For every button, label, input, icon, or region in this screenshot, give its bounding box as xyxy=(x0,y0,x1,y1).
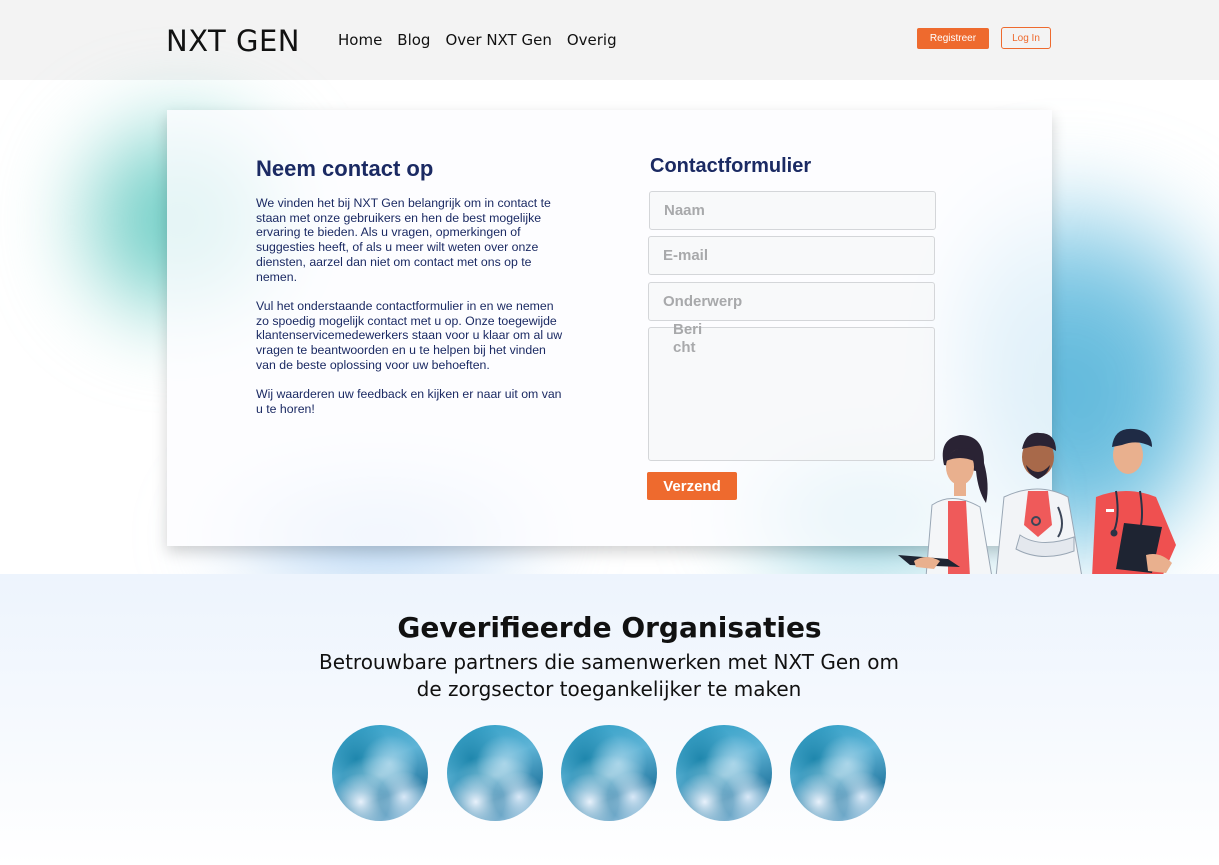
form-title: Contactformulier xyxy=(650,155,812,177)
org-logo-2[interactable] xyxy=(447,725,543,821)
contact-paragraph: Wij waarderen uw feedback en kijken er n… xyxy=(256,387,562,416)
org-logo-1[interactable] xyxy=(332,725,428,821)
orgs-subtitle-line: de zorgsector toegankelijker te maken xyxy=(416,677,802,701)
nav-about[interactable]: Over NXT Gen xyxy=(445,31,551,49)
email-field[interactable] xyxy=(648,236,935,275)
doctor-woman-figure xyxy=(898,435,993,577)
name-field[interactable] xyxy=(649,191,936,230)
healthcare-workers-illustration xyxy=(898,428,1176,577)
subject-field[interactable] xyxy=(648,282,935,321)
register-button[interactable]: Registreer xyxy=(917,28,989,49)
site-logo[interactable]: NXT GEN xyxy=(166,24,300,58)
orgs-subtitle: Betrouwbare partners die samenwerken met… xyxy=(309,649,909,703)
contact-title: Neem contact op xyxy=(256,156,434,181)
doctor-man-figure xyxy=(995,432,1083,577)
contact-paragraph: Vul het onderstaande contactformulier in… xyxy=(256,298,563,372)
org-logo-3[interactable] xyxy=(561,725,657,821)
org-logo-5[interactable] xyxy=(790,725,886,821)
orgs-subtitle-line: Betrouwbare partners die samenwerken met… xyxy=(319,650,899,674)
nurse-figure xyxy=(1092,428,1176,577)
org-logo-4[interactable] xyxy=(676,725,772,821)
main-nav: Home Blog Over NXT Gen Overig xyxy=(338,31,617,49)
login-button[interactable]: Log In xyxy=(1001,27,1051,49)
nav-other[interactable]: Overig xyxy=(567,31,617,49)
nav-blog[interactable]: Blog xyxy=(397,31,430,49)
orgs-title: Geverifieerde Organisaties xyxy=(397,611,822,644)
site-header: NXT GEN Home Blog Over NXT Gen Overig Re… xyxy=(0,0,1219,80)
send-button[interactable]: Verzend xyxy=(647,472,737,500)
contact-paragraph: We vinden het bij NXT Gen belangrijk om … xyxy=(256,196,551,284)
contact-description: We vinden het bij NXT Gen belangrijk om … xyxy=(256,196,566,431)
nav-home[interactable]: Home xyxy=(338,31,382,49)
